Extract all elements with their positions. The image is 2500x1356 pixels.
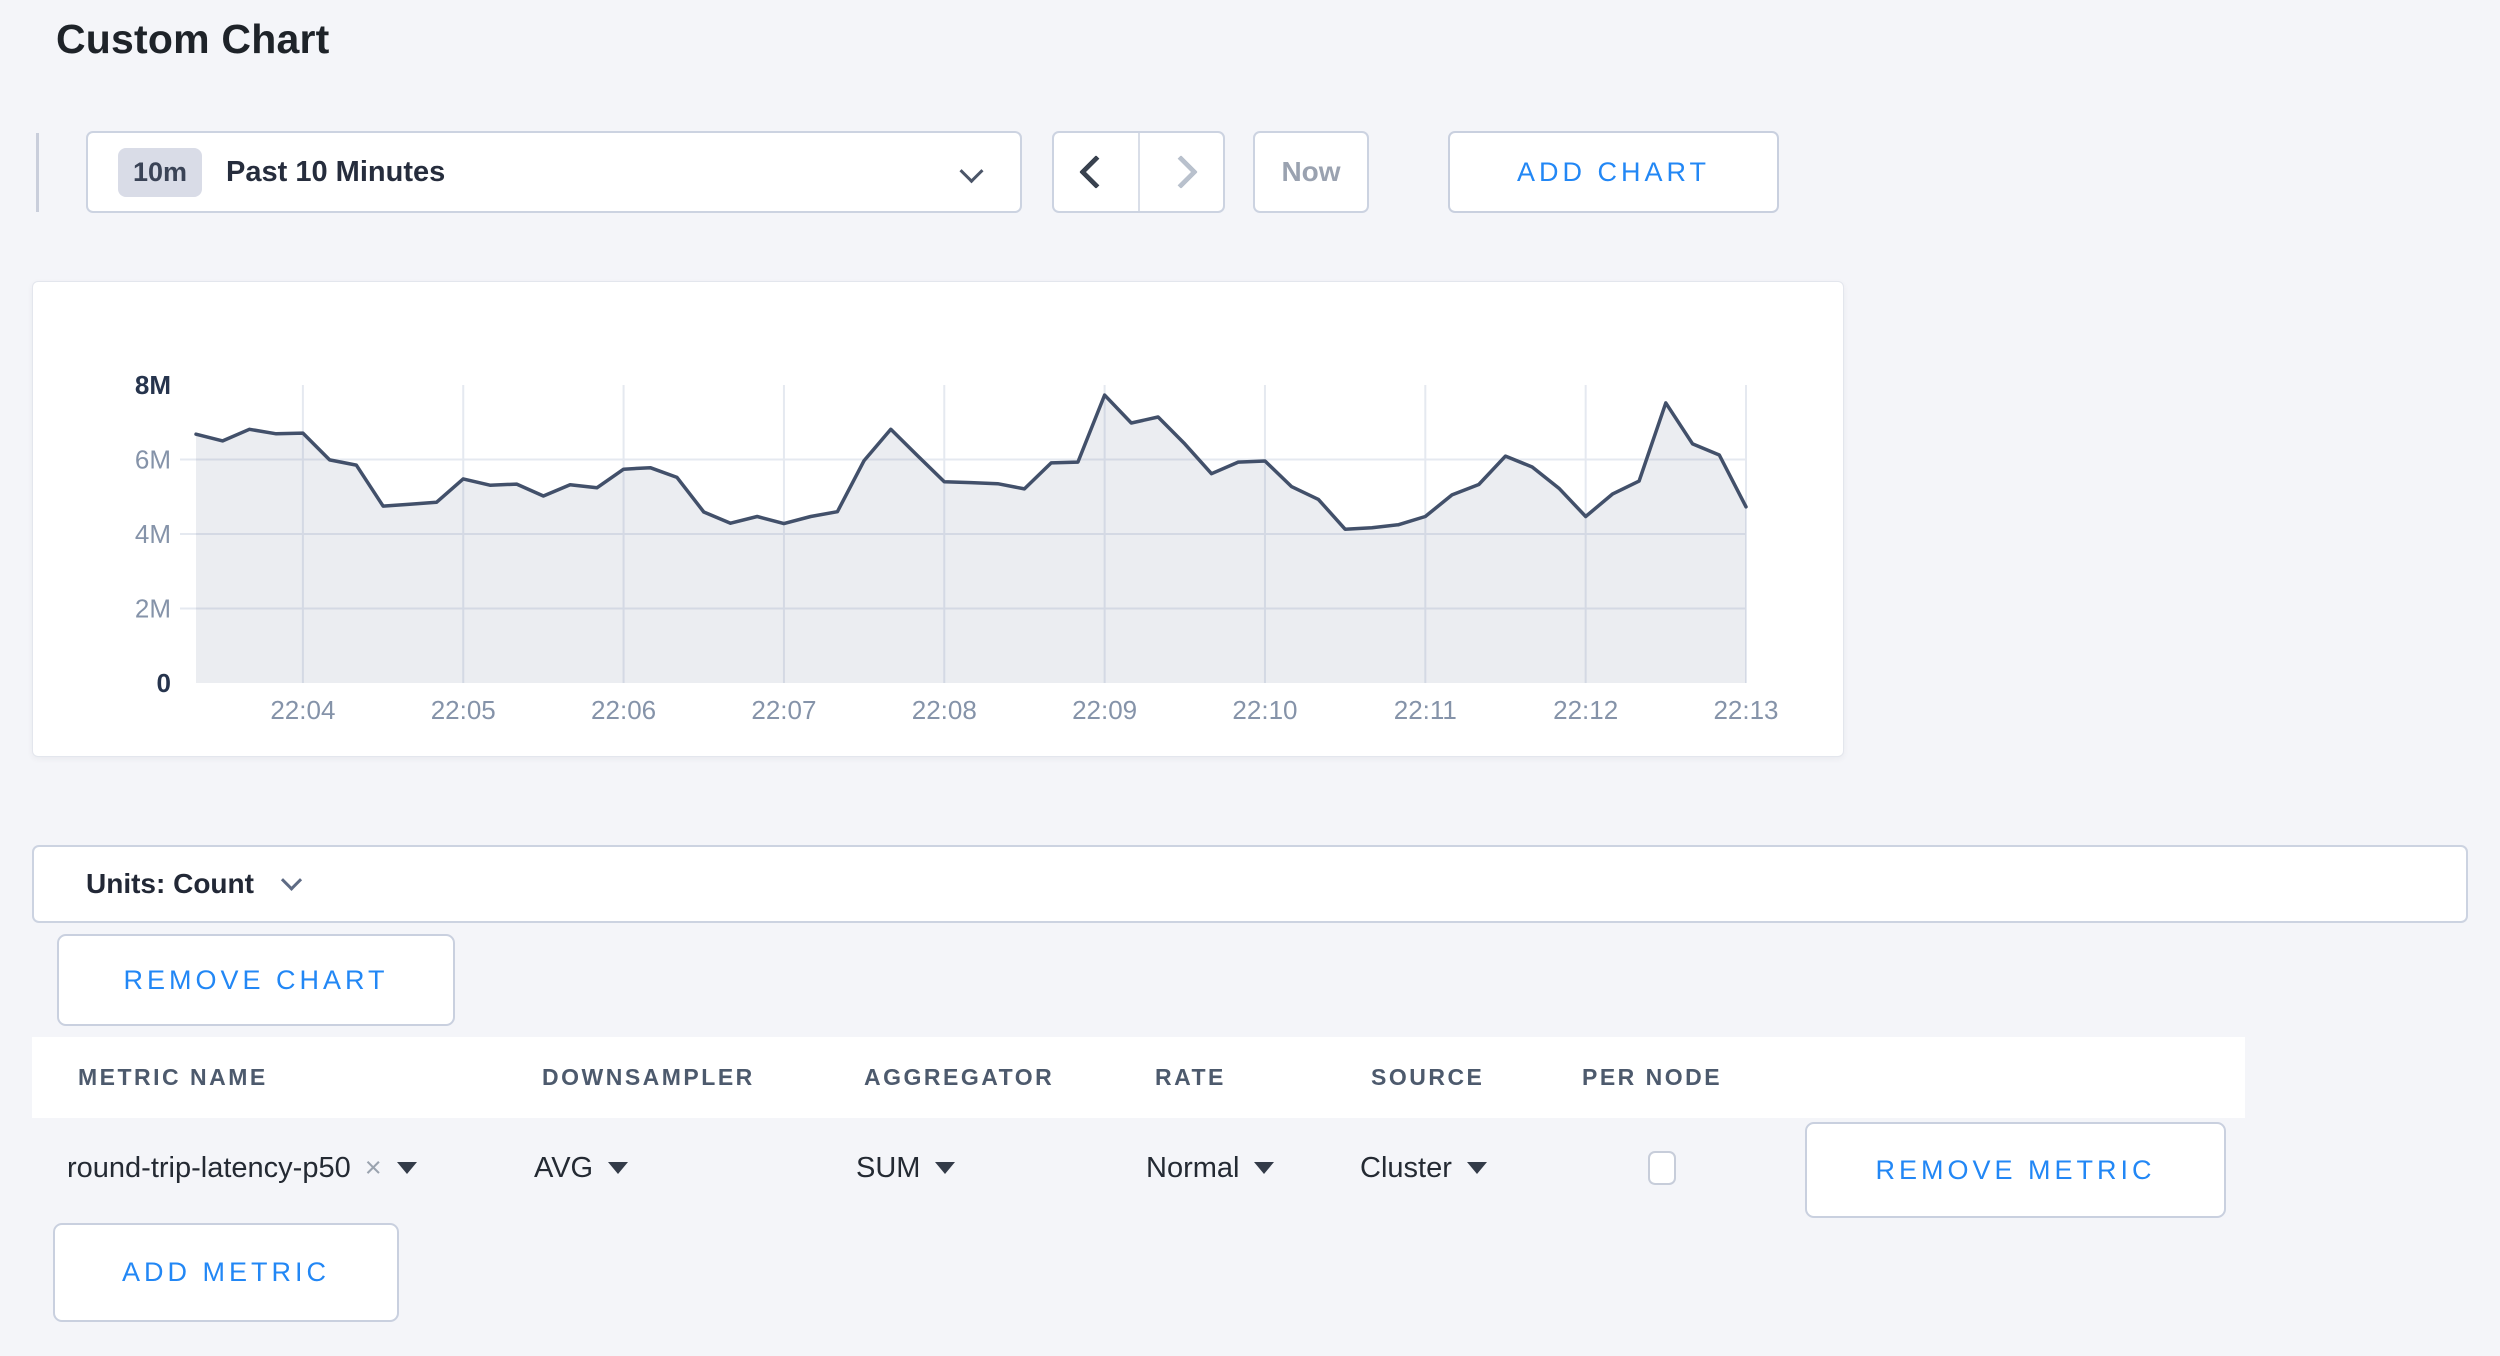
metric-name-dropdown[interactable]: round-trip-latency-p50 × bbox=[67, 1118, 417, 1218]
units-dropdown[interactable]: Units: Count bbox=[32, 845, 2468, 923]
source-value: Cluster bbox=[1360, 1152, 1452, 1185]
y-axis-label: 4M bbox=[135, 519, 171, 549]
time-range-dropdown[interactable]: 10m Past 10 Minutes bbox=[86, 131, 1022, 213]
remove-x-icon[interactable]: × bbox=[365, 1152, 382, 1185]
chevron-down-icon bbox=[281, 869, 302, 890]
chart-card: 8M6M4M2M022:0422:0522:0622:0722:0822:092… bbox=[32, 281, 1844, 757]
aggregator-value: SUM bbox=[856, 1152, 920, 1185]
caret-down-icon bbox=[1467, 1162, 1487, 1174]
header-metric-name: METRIC NAME bbox=[78, 1037, 268, 1118]
header-rate: RATE bbox=[1155, 1037, 1226, 1118]
toolbar-divider bbox=[36, 133, 39, 212]
x-axis-label: 22:04 bbox=[270, 695, 335, 725]
remove-metric-button[interactable]: REMOVE METRIC bbox=[1805, 1122, 2226, 1218]
chevron-right-icon bbox=[1164, 155, 1198, 189]
next-time-button[interactable] bbox=[1140, 133, 1224, 211]
x-axis-label: 22:11 bbox=[1394, 695, 1457, 725]
caret-down-icon bbox=[935, 1162, 955, 1174]
time-range-label: Past 10 Minutes bbox=[226, 156, 445, 189]
metric-row: round-trip-latency-p50 × AVG SUM Normal … bbox=[32, 1118, 2245, 1218]
caret-down-icon bbox=[397, 1162, 417, 1174]
x-axis-label: 22:13 bbox=[1713, 695, 1778, 725]
x-axis-label: 22:07 bbox=[751, 695, 816, 725]
remove-chart-button[interactable]: REMOVE CHART bbox=[57, 934, 455, 1026]
y-axis-label: 8M bbox=[135, 370, 171, 400]
page-title: Custom Chart bbox=[56, 16, 329, 63]
caret-down-icon bbox=[608, 1162, 628, 1174]
downsampler-dropdown[interactable]: AVG bbox=[534, 1118, 628, 1218]
x-axis-label: 22:10 bbox=[1232, 695, 1297, 725]
rate-value: Normal bbox=[1146, 1152, 1239, 1185]
y-axis-label: 0 bbox=[157, 668, 171, 698]
timeseries-chart: 8M6M4M2M022:0422:0522:0622:0722:0822:092… bbox=[33, 282, 1845, 758]
x-axis-label: 22:06 bbox=[591, 695, 656, 725]
area-fill bbox=[196, 395, 1746, 683]
time-range-badge: 10m bbox=[118, 148, 202, 197]
downsampler-value: AVG bbox=[534, 1152, 593, 1185]
x-axis-labels: 22:04 22:05 22:06 22:07 22:08 22:09 22:10 22:11… bbox=[270, 695, 1778, 725]
header-per-node: PER NODE bbox=[1582, 1037, 1722, 1118]
rate-dropdown[interactable]: Normal bbox=[1146, 1118, 1274, 1218]
per-node-checkbox[interactable] bbox=[1648, 1151, 1676, 1185]
header-source: SOURCE bbox=[1371, 1037, 1484, 1118]
prev-time-button[interactable] bbox=[1054, 133, 1140, 211]
now-button[interactable]: Now bbox=[1253, 131, 1369, 213]
y-axis-label: 2M bbox=[135, 594, 171, 624]
x-axis-label: 22:08 bbox=[912, 695, 977, 725]
y-axis-label: 6M bbox=[135, 445, 171, 475]
metrics-table-header: METRIC NAME DOWNSAMPLER AGGREGATOR RATE … bbox=[32, 1037, 2245, 1118]
x-axis-label: 22:12 bbox=[1553, 695, 1618, 725]
caret-down-icon bbox=[1254, 1162, 1274, 1174]
header-downsampler: DOWNSAMPLER bbox=[542, 1037, 755, 1118]
time-step-buttons bbox=[1052, 131, 1225, 213]
source-dropdown[interactable]: Cluster bbox=[1360, 1118, 1487, 1218]
header-aggregator: AGGREGATOR bbox=[864, 1037, 1054, 1118]
aggregator-dropdown[interactable]: SUM bbox=[856, 1118, 955, 1218]
chevron-left-icon bbox=[1079, 155, 1113, 189]
chevron-down-icon bbox=[959, 159, 983, 183]
x-axis-label: 22:05 bbox=[431, 695, 496, 725]
y-axis-labels: 8M 6M 4M 2M 0 bbox=[135, 370, 171, 698]
add-chart-button[interactable]: ADD CHART bbox=[1448, 131, 1779, 213]
metric-name-value: round-trip-latency-p50 bbox=[67, 1152, 351, 1185]
units-label: Units: Count bbox=[86, 868, 254, 900]
add-metric-button[interactable]: ADD METRIC bbox=[53, 1223, 399, 1322]
x-axis-label: 22:09 bbox=[1072, 695, 1137, 725]
